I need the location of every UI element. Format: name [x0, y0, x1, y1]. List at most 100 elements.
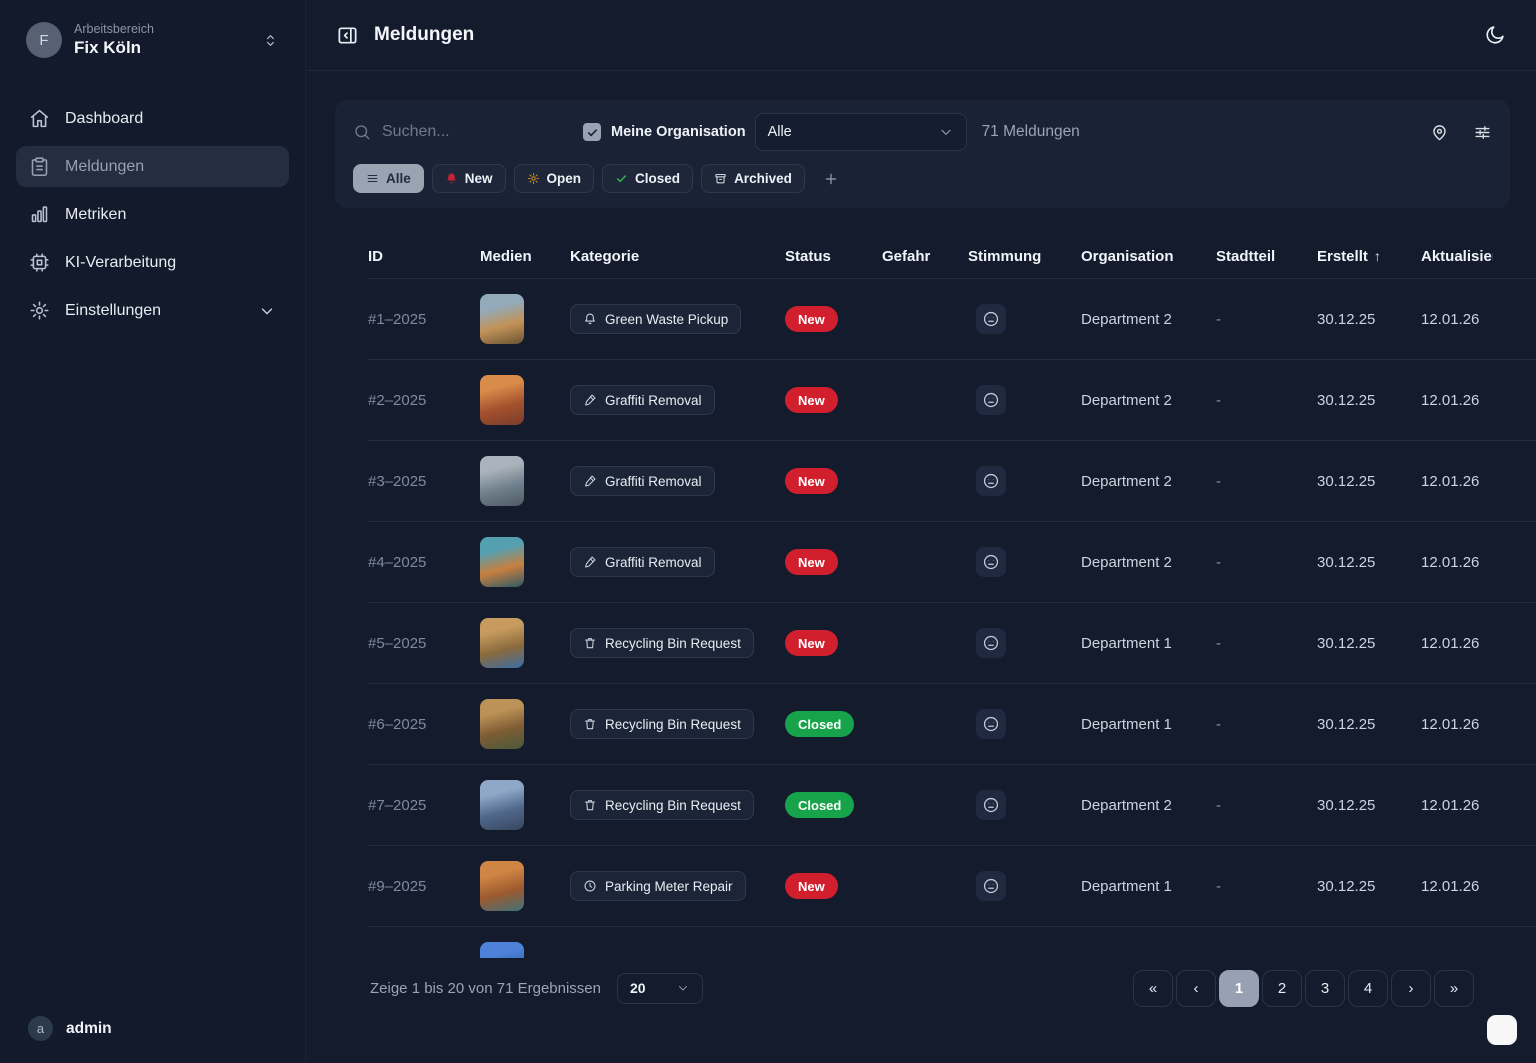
updated-cell: 12.01.26 — [1421, 877, 1480, 895]
chevrons-up-down-icon — [262, 32, 279, 49]
home-icon — [29, 108, 50, 129]
checkbox-checked[interactable] — [583, 123, 601, 141]
user-menu[interactable]: a admin — [16, 1008, 289, 1049]
media-thumbnail[interactable] — [480, 294, 524, 344]
bell-icon — [583, 312, 597, 326]
media-thumbnail[interactable] — [480, 375, 524, 425]
column-header-stimmung[interactable]: Stimmung — [968, 248, 1081, 265]
media-thumbnail[interactable] — [480, 456, 524, 506]
column-header-erstellt[interactable]: Erstellt ↑ — [1317, 248, 1421, 265]
page-size-select[interactable]: 20 — [616, 972, 703, 1004]
filter-chip-new[interactable]: New — [431, 164, 506, 193]
search-input[interactable] — [382, 123, 552, 141]
sort-asc-icon: ↑ — [1373, 248, 1381, 264]
filter-sliders-icon[interactable] — [1473, 123, 1492, 142]
filter-chip-archived[interactable]: Archived — [701, 164, 805, 193]
chat-widget-button[interactable] — [1487, 1015, 1517, 1045]
media-thumbnail[interactable] — [480, 537, 524, 587]
map-pin-icon[interactable] — [1430, 123, 1449, 142]
category-badge[interactable]: Recycling Bin Request — [570, 709, 754, 739]
workspace-meta: Arbeitsbereich Fix Köln — [74, 22, 250, 58]
media-thumbnail[interactable] — [480, 942, 524, 958]
bell-filled-icon — [445, 172, 458, 185]
category-label: Graffiti Removal — [605, 392, 702, 408]
category-badge[interactable]: Graffiti Removal — [570, 466, 715, 496]
sidebar-item-einstellungen[interactable]: Einstellungen — [16, 290, 289, 331]
table-row[interactable]: #1–2025 Green Waste Pickup New Departmen… — [368, 278, 1536, 359]
pagination-next[interactable]: › — [1391, 969, 1431, 1007]
filter-chip-open[interactable]: Open — [513, 164, 595, 193]
sidebar-collapse-icon[interactable] — [336, 24, 359, 47]
table-row[interactable]: #6–2025 Recycling Bin Request Closed Dep… — [368, 683, 1536, 764]
status-badge: New — [785, 468, 838, 494]
pagination-last[interactable]: » — [1434, 969, 1474, 1007]
column-header-id[interactable]: ID — [368, 248, 480, 265]
topbar: Meldungen — [306, 0, 1536, 71]
dark-mode-toggle-moon-icon[interactable] — [1484, 24, 1506, 46]
column-header-status[interactable]: Status — [785, 248, 882, 265]
column-header-stadtteil[interactable]: Stadtteil — [1216, 248, 1317, 265]
district-cell: - — [1216, 310, 1221, 328]
pagination-page-4[interactable]: 4 — [1348, 969, 1388, 1007]
table-row[interactable]: #5–2025 Recycling Bin Request New Depart… — [368, 602, 1536, 683]
table-row[interactable]: #9–2025 Parking Meter Repair New Departm… — [368, 845, 1536, 926]
media-thumbnail[interactable] — [480, 780, 524, 830]
sidebar-item-dashboard[interactable]: Dashboard — [16, 98, 289, 139]
pagination-page-2[interactable]: 2 — [1262, 969, 1302, 1007]
status-badge: New — [785, 549, 838, 575]
table-row-partial[interactable] — [368, 926, 1536, 958]
table-row[interactable]: #2–2025 Graffiti Removal New Department … — [368, 359, 1536, 440]
organisation-select[interactable]: Alle — [754, 113, 967, 151]
pagination-page-3[interactable]: 3 — [1305, 969, 1345, 1007]
bar-chart-icon — [29, 204, 50, 225]
category-badge[interactable]: Graffiti Removal — [570, 547, 715, 577]
updated-cell: 12.01.26 — [1421, 715, 1480, 733]
category-badge[interactable]: Graffiti Removal — [570, 385, 715, 415]
sidebar-item-ki-verarbeitung[interactable]: KI-Verarbeitung — [16, 242, 289, 283]
workspace-name: Fix Köln — [74, 38, 142, 57]
column-header-organisation[interactable]: Organisation — [1081, 248, 1216, 265]
pagination-first[interactable]: « — [1133, 969, 1173, 1007]
pagination-prev[interactable]: ‹ — [1176, 969, 1216, 1007]
neutral-face-icon — [976, 547, 1006, 577]
neutral-face-icon — [976, 871, 1006, 901]
created-cell: 30.12.25 — [1317, 877, 1376, 895]
category-badge[interactable]: Parking Meter Repair — [570, 871, 746, 901]
filter-chip-closed[interactable]: Closed — [602, 164, 694, 193]
workspace-switcher[interactable]: F Arbeitsbereich Fix Köln — [16, 16, 289, 64]
check-icon — [586, 126, 599, 139]
trash-icon — [583, 798, 597, 812]
media-thumbnail[interactable] — [480, 618, 524, 668]
column-header-medien[interactable]: Medien — [480, 248, 570, 265]
category-badge[interactable]: Green Waste Pickup — [570, 304, 742, 334]
table-row[interactable]: #7–2025 Recycling Bin Request Closed Dep… — [368, 764, 1536, 845]
updated-cell: 12.01.26 — [1421, 796, 1480, 814]
neutral-face-icon — [976, 304, 1006, 334]
category-badge[interactable]: Recycling Bin Request — [570, 790, 754, 820]
add-filter-button[interactable] — [813, 164, 849, 193]
status-badge: New — [785, 306, 838, 332]
my-organisation-filter[interactable]: Meine Organisation — [583, 123, 746, 141]
table-row[interactable]: #4–2025 Graffiti Removal New Department … — [368, 521, 1536, 602]
filter-chip-label: New — [464, 171, 493, 186]
column-header-kategorie[interactable]: Kategorie — [570, 248, 785, 265]
created-cell: 30.12.25 — [1317, 634, 1376, 652]
filter-toolbar: Meine Organisation Alle 71 Meldungen All… — [335, 100, 1510, 208]
organisation-cell: Department 2 — [1081, 796, 1172, 814]
media-thumbnail[interactable] — [480, 699, 524, 749]
district-cell: - — [1216, 391, 1221, 409]
media-thumbnail[interactable] — [480, 861, 524, 911]
pagination-page-1[interactable]: 1 — [1219, 969, 1259, 1007]
category-badge[interactable]: Recycling Bin Request — [570, 628, 754, 658]
neutral-face-icon — [976, 628, 1006, 658]
filter-chip-alle[interactable]: Alle — [353, 164, 424, 193]
sidebar-item-meldungen[interactable]: Meldungen — [16, 146, 289, 187]
chevron-down-icon — [676, 981, 690, 995]
category-label: Graffiti Removal — [605, 554, 702, 570]
table-row[interactable]: #3–2025 Graffiti Removal New Department … — [368, 440, 1536, 521]
sidebar-item-label: Metriken — [65, 205, 127, 223]
archive-icon — [714, 172, 727, 185]
column-header-aktualisiert[interactable]: Aktualisiert — [1421, 248, 1493, 265]
column-header-gefahr[interactable]: Gefahr — [882, 248, 968, 265]
sidebar-item-metriken[interactable]: Metriken — [16, 194, 289, 235]
